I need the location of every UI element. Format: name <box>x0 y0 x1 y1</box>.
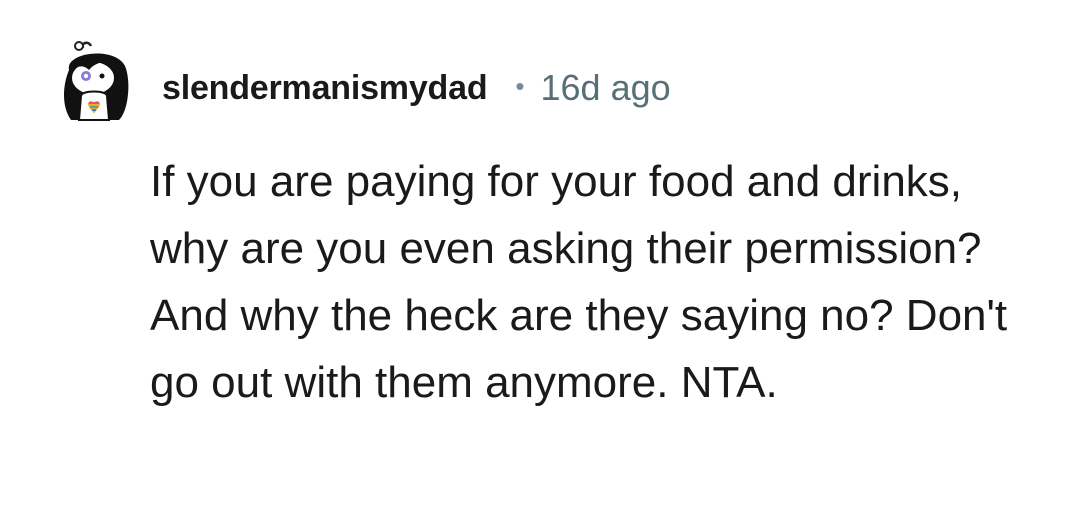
user-avatar-icon[interactable] <box>55 40 135 126</box>
comment-body: If you are paying for your food and drin… <box>150 157 1008 407</box>
comment: slendermanismydad • 16d ago If you are p… <box>0 0 1080 522</box>
comment-timestamp: 16d ago <box>540 67 671 108</box>
separator-dot: • <box>515 70 525 101</box>
username-link[interactable]: slendermanismydad <box>162 69 488 108</box>
comment-header: slendermanismydad • 16d ago <box>162 66 671 110</box>
